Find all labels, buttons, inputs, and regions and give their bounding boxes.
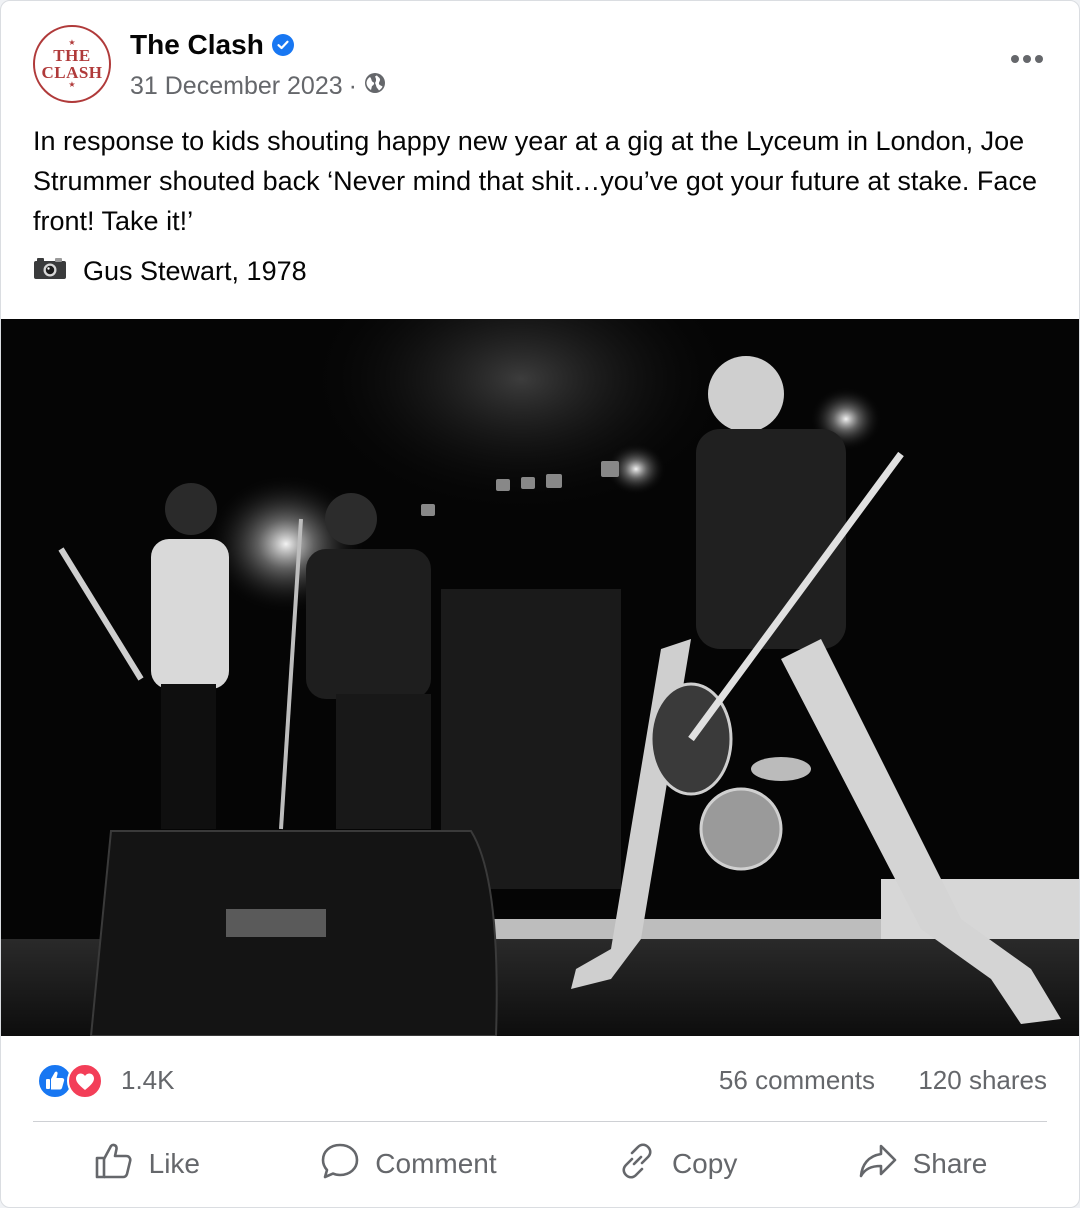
photo-credit: Gus Stewart, 1978 (33, 256, 307, 287)
globe-icon (363, 71, 387, 102)
camera-icon (33, 256, 67, 287)
copy-button-label: Copy (671, 1148, 738, 1179)
page-name-row: The Clash (130, 29, 294, 61)
love-reaction-icon (67, 1063, 103, 1104)
photo-credit-text: Gus Stewart, 1978 (83, 256, 307, 286)
ellipsis-icon (1011, 55, 1043, 63)
avatar-logo-line1: THE (53, 46, 91, 65)
reaction-count[interactable]: 1.4K (121, 1065, 175, 1096)
comment-button-label: Comment (375, 1148, 497, 1179)
comment-button[interactable]: Comment (319, 1141, 497, 1188)
avatar[interactable]: ★ THE CLASH ★ (33, 25, 111, 103)
shares-count[interactable]: 120 shares (918, 1065, 1047, 1096)
meta-separator: · (348, 72, 357, 100)
verified-badge-icon (271, 34, 294, 56)
more-options-button[interactable] (1007, 39, 1047, 79)
comment-icon (319, 1141, 361, 1188)
share-arrow-icon (857, 1141, 899, 1188)
share-button-label: Share (912, 1148, 988, 1179)
page-name-link[interactable]: The Clash (130, 29, 264, 61)
star-icon: ★ (68, 80, 76, 89)
divider (33, 1121, 1047, 1122)
like-button-label: Like (148, 1148, 201, 1179)
post-card: ★ THE CLASH ★ The Clash 31 December 2023… (0, 0, 1080, 1208)
concert-photo (1, 319, 1079, 1036)
link-icon (616, 1141, 658, 1188)
reactions-row: 1.4K 56 comments 120 shares (37, 1059, 1047, 1103)
action-bar: Like Comment Copy Share (33, 1125, 1047, 1203)
comments-count[interactable]: 56 comments (719, 1065, 875, 1096)
copy-link-button[interactable]: Copy (616, 1141, 737, 1188)
thumbs-up-icon (93, 1141, 135, 1188)
post-photo[interactable] (1, 319, 1079, 1036)
reaction-icons[interactable] (37, 1063, 103, 1104)
post-text: In response to kids shouting happy new y… (33, 126, 1037, 236)
post-meta: 31 December 2023 · (130, 71, 387, 102)
share-button[interactable]: Share (857, 1141, 988, 1188)
like-button[interactable]: Like (93, 1141, 200, 1188)
avatar-logo-line2: CLASH (41, 63, 103, 82)
post-date-link[interactable]: 31 December 2023 (130, 72, 343, 101)
post-header: ★ THE CLASH ★ The Clash 31 December 2023… (33, 25, 1047, 105)
